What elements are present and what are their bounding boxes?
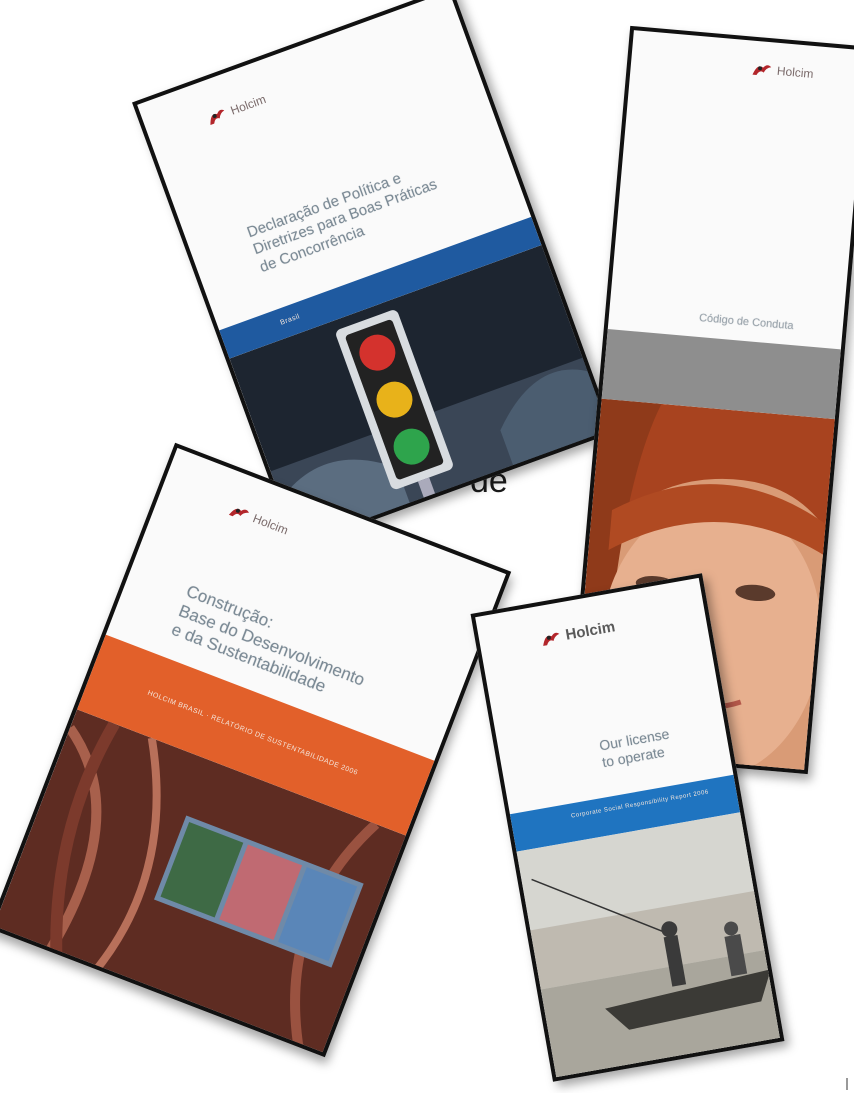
holcim-logo: Holcim: [226, 501, 290, 538]
brochure-title: Código de Conduta: [698, 311, 795, 333]
holcim-logo-icon: [228, 508, 249, 517]
holcim-logo: Holcim: [539, 618, 616, 648]
holcim-logo: Holcim: [204, 91, 268, 127]
holcim-logo-icon: [543, 632, 560, 646]
holcim-logo: Holcim: [750, 61, 814, 82]
brochure-construcao: Holcim Construção: Base do Desenvolvimen…: [0, 442, 512, 1058]
slide-corner-mark: [846, 1078, 848, 1090]
brochure-title: Our license to operate: [597, 725, 671, 771]
fisherman-photo: [516, 810, 785, 1082]
fisherman-illustration: [516, 810, 785, 1082]
band-label: Brasil: [279, 313, 302, 327]
holcim-logo-icon: [752, 65, 772, 76]
holcim-logo-icon: [210, 109, 225, 125]
band-label: Corporate Social Responsibility Report 2…: [570, 789, 710, 820]
